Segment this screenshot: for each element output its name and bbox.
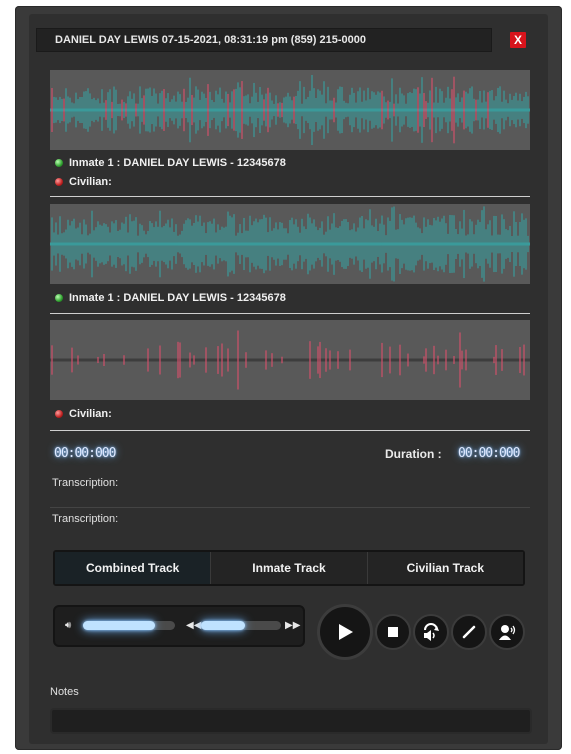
rewind-icon[interactable]: ◀◀ <box>186 620 201 631</box>
edit-icon <box>462 625 476 639</box>
civilian-waveform-graphic <box>50 330 530 390</box>
civilian-status-led-icon <box>55 410 63 418</box>
duration-label: Duration : <box>385 447 442 461</box>
notes-field[interactable] <box>50 708 532 734</box>
tab-combined-track[interactable]: Combined Track <box>55 552 212 584</box>
voice-button[interactable] <box>489 614 525 650</box>
combined-waveform[interactable] <box>50 70 530 150</box>
divider <box>50 507 530 508</box>
combined-inmate-label: Inmate 1 : DANIEL DAY LEWIS - 12345678 <box>69 157 286 169</box>
inmate-waveform[interactable] <box>50 204 530 284</box>
loop-audio-button[interactable] <box>413 614 449 650</box>
duration-timer: 00:00:000 <box>458 446 520 461</box>
divider <box>50 313 530 314</box>
play-button[interactable] <box>317 604 373 660</box>
stop-button[interactable] <box>375 614 411 650</box>
inmate-status-led-icon <box>55 159 63 167</box>
tab-civilian-track[interactable]: Civilian Track <box>367 552 523 584</box>
combined-civilian-channel: Civilian: <box>55 176 112 188</box>
volume-icon: 🔊︎ <box>65 620 72 631</box>
inmate-channel: Inmate 1 : DANIEL DAY LEWIS - 12345678 <box>55 292 286 304</box>
close-button[interactable]: X <box>510 32 526 48</box>
combined-inmate-channel: Inmate 1 : DANIEL DAY LEWIS - 12345678 <box>55 157 286 169</box>
fast-forward-icon[interactable]: ▶▶ <box>285 620 300 631</box>
civilian-channel: Civilian: <box>55 408 112 420</box>
divider <box>50 430 530 431</box>
play-icon <box>339 624 353 640</box>
combined-waveform-graphic <box>50 75 530 145</box>
call-title-bar: DANIEL DAY LEWIS 07-15-2021, 08:31:19 pm… <box>36 28 492 52</box>
stop-icon <box>388 627 398 637</box>
civilian-label: Civilian: <box>69 408 112 420</box>
position-timer: 00:00:000 <box>54 446 116 461</box>
tab-inmate-track[interactable]: Inmate Track <box>211 552 368 584</box>
transcription-label: Transcription: <box>52 513 119 525</box>
inmate-waveform-graphic <box>50 206 530 282</box>
inmate-label: Inmate 1 : DANIEL DAY LEWIS - 12345678 <box>69 292 286 304</box>
inmate-status-led-icon <box>55 294 63 302</box>
call-title: DANIEL DAY LEWIS 07-15-2021, 08:31:19 pm… <box>55 34 367 46</box>
civilian-waveform[interactable] <box>50 320 530 400</box>
track-tabs: Combined Track Inmate Track Civilian Tra… <box>53 550 525 586</box>
audio-sliders: 🔊︎ ◀◀ ▶▶ <box>53 605 305 647</box>
seek-slider-fill <box>201 621 245 630</box>
combined-civilian-label: Civilian: <box>69 176 112 188</box>
voice-icon <box>499 625 516 640</box>
notes-label: Notes <box>50 686 79 698</box>
volume-slider-fill <box>83 621 155 630</box>
transcription-label: Transcription: <box>52 477 119 489</box>
divider <box>50 196 530 197</box>
edit-button[interactable] <box>451 614 487 650</box>
loop-audio-icon <box>424 623 439 641</box>
civilian-status-led-icon <box>55 178 63 186</box>
